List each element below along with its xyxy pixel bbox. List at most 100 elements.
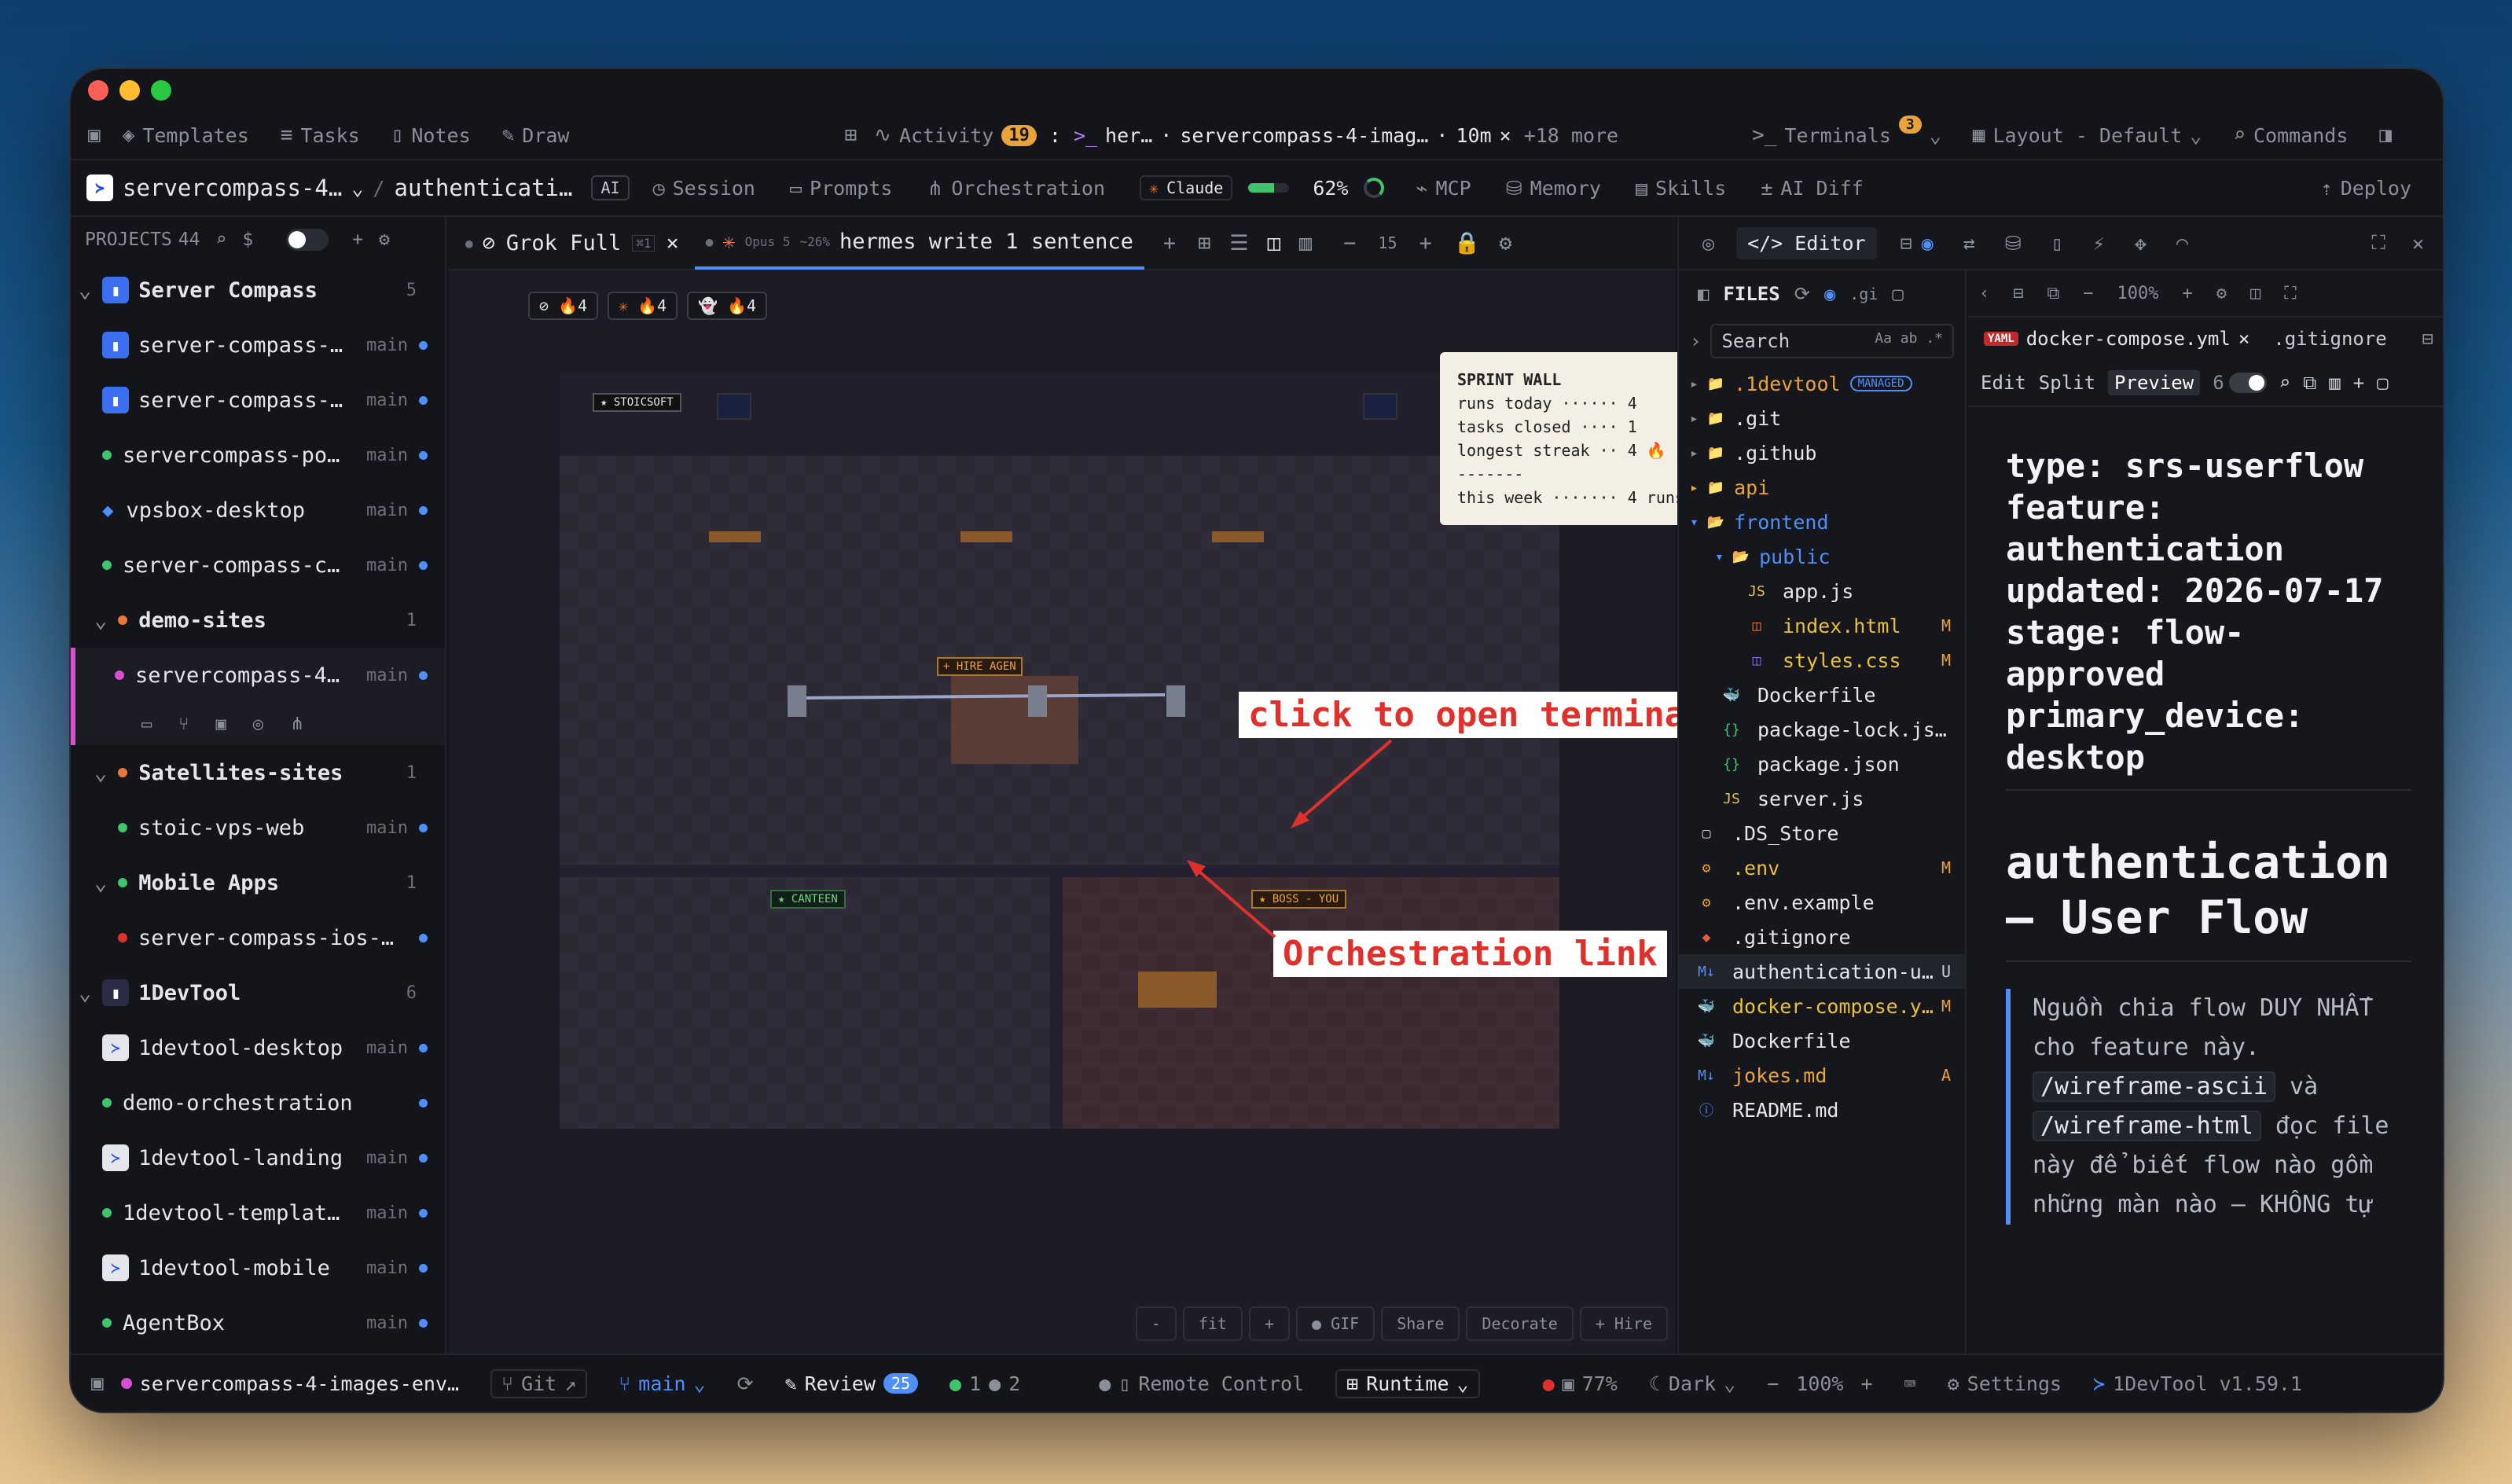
gear-icon[interactable]: ⚙ <box>379 230 390 250</box>
chevron-down-icon[interactable]: ⌄ <box>79 981 91 1005</box>
record-icon[interactable]: ◉ <box>1922 232 1934 255</box>
copy-icon[interactable]: ⧉ <box>2047 284 2060 303</box>
search-options-icon[interactable]: Aa ab .* <box>1875 330 1943 352</box>
review-button[interactable]: ✎ Review 25 <box>785 1372 918 1395</box>
close-icon[interactable]: × <box>2238 328 2249 350</box>
gear-icon[interactable]: ⚙ <box>2216 284 2227 303</box>
draw-button[interactable]: ✎ Draw <box>502 123 570 147</box>
deploy-button[interactable]: ⇡ Deploy <box>2321 177 2411 200</box>
ai-diff-button[interactable]: ± AI Diff <box>1761 177 1863 200</box>
branch-icon[interactable]: ⑂ <box>178 714 189 734</box>
file-item[interactable]: ◫ styles.css M <box>1679 643 1965 678</box>
chevron-down-icon[interactable]: ⌄ <box>94 871 107 895</box>
zoom-out-icon[interactable]: − <box>1767 1372 1779 1395</box>
book-icon[interactable]: ▥ <box>2329 372 2340 394</box>
current-file-name[interactable]: authenticati… <box>394 174 572 201</box>
project-group[interactable]: ⌄ Satellites-sites 1 <box>71 745 445 800</box>
project-item[interactable]: demo-orchestration <box>71 1075 445 1130</box>
activity-button[interactable]: ∿ Activity 19 <box>874 123 1037 147</box>
project-name[interactable]: servercompass-4… <box>123 174 342 201</box>
close-icon[interactable]: × <box>1500 124 1511 147</box>
panel-toggle-icon[interactable]: ◨ <box>2379 123 2392 147</box>
nodes-icon[interactable]: ⋔ <box>290 714 304 734</box>
minimize-window-button[interactable] <box>119 80 140 101</box>
file-item[interactable]: 🐳 docker-compose.y… M <box>1679 989 1965 1023</box>
chevron-right-icon[interactable]: › <box>1690 330 1701 352</box>
canvas-fit-button[interactable]: fit <box>1182 1306 1243 1341</box>
prompts-button[interactable]: ▭ Prompts <box>790 177 892 200</box>
sync-icon[interactable]: ⟳ <box>737 1372 754 1395</box>
project-item[interactable]: ▮ server-compass-… main <box>71 373 445 428</box>
runtime-dropdown[interactable]: ⊞ Runtime ⌄ <box>1335 1368 1480 1398</box>
layout-dropdown[interactable]: ▦ Layout - Default ⌄ <box>1973 123 2202 147</box>
project-item[interactable]: server-compass-c… main <box>71 538 445 593</box>
tab-overflow-icon[interactable]: ⊟ <box>2422 328 2433 350</box>
search-icon[interactable]: ⌕ <box>215 230 226 250</box>
mode-edit-button[interactable]: Edit <box>1981 372 2026 394</box>
project-item[interactable]: servercompass-po… main <box>71 428 445 483</box>
gauge-icon[interactable]: ◠ <box>2176 232 2188 255</box>
refresh-icon[interactable]: ⟳ <box>1794 283 1810 305</box>
chevron-down-icon[interactable]: ⌄ <box>79 278 91 303</box>
file-item[interactable]: M↓ jokes.md A <box>1679 1058 1965 1093</box>
back-icon[interactable]: ‹ <box>1979 284 1989 303</box>
theme-dropdown[interactable]: ☾ Dark ⌄ <box>1649 1372 1735 1395</box>
project-item[interactable]: servercompass-4… main <box>71 648 445 703</box>
split-icon[interactable]: ◫ <box>2250 284 2260 303</box>
mcp-button[interactable]: ⌁ MCP <box>1416 177 1471 200</box>
project-item[interactable]: stoic-vps-web main <box>71 800 445 855</box>
project-group[interactable]: ⌄ demo-sites 1 <box>71 593 445 648</box>
skills-button[interactable]: ▤ Skills <box>1636 177 1726 200</box>
zoom-out-icon[interactable]: − <box>2083 284 2093 303</box>
panel-icon[interactable]: ▢ <box>2377 372 2388 394</box>
tab-gitignore[interactable]: .gitignore <box>2273 328 2387 350</box>
mode-split-button[interactable]: Split <box>2039 372 2095 394</box>
hire-button[interactable]: + Hire <box>1579 1306 1668 1341</box>
file-item[interactable]: 🐳 Dockerfile <box>1679 1023 1965 1058</box>
orchestration-button[interactable]: ⋔ Orchestration <box>927 177 1105 200</box>
canvas-zoom-in-button[interactable]: + <box>1248 1306 1290 1341</box>
copy-icon[interactable]: ⧉ <box>2303 372 2316 394</box>
zoom-in-icon[interactable]: + <box>2182 284 2192 303</box>
grid-icon[interactable]: ⊞ <box>845 123 858 147</box>
expand-icon[interactable]: ⛶ <box>2371 231 2385 255</box>
project-item[interactable]: ≻ 1devtool-desktop main <box>71 1020 445 1075</box>
tasks-button[interactable]: ≡ Tasks <box>281 123 360 147</box>
terminals-button[interactable]: >_ Terminals 3 ⌄ <box>1752 115 1941 147</box>
project-group[interactable]: ⌄ ▮ Server Compass 5 <box>71 263 445 318</box>
gif-button[interactable]: ● GIF <box>1295 1306 1375 1341</box>
file-item[interactable]: ▢ .DS_Store <box>1679 816 1965 850</box>
new-file-icon[interactable]: ▢ <box>1892 283 1903 305</box>
folder-item[interactable]: ▸ 📁 .1devtool MANAGED <box>1679 366 1965 401</box>
file-search-input[interactable]: Search Aa ab .* <box>1710 324 1954 358</box>
swap-icon[interactable]: ⇄ <box>1963 232 1975 255</box>
database-icon[interactable]: ⛁ <box>2005 232 2022 255</box>
file-item[interactable]: ◆ .gitignore <box>1679 920 1965 954</box>
add-icon[interactable]: + <box>2353 372 2364 394</box>
tab-docker-compose[interactable]: docker-compose.yml <box>2026 328 2231 350</box>
folder-item[interactable]: ▾ 📂 public <box>1679 539 1965 574</box>
terminal-icon[interactable]: ▣ <box>215 714 226 734</box>
close-window-button[interactable] <box>88 80 108 101</box>
more-sessions-button[interactable]: +18 more <box>1524 124 1618 147</box>
project-group[interactable]: ⌄ Mobile Apps 1 <box>71 855 445 910</box>
claude-model-chip[interactable]: ✳ Claude <box>1140 175 1233 200</box>
templates-button[interactable]: ◈ Templates <box>123 123 249 147</box>
project-item[interactable]: 1devtool-templat… main <box>71 1185 445 1240</box>
globe-icon[interactable]: ◎ <box>1702 232 1714 255</box>
branch-dropdown[interactable]: ⑂ main ⌄ <box>619 1372 705 1395</box>
file-item[interactable]: {} package-lock.js… <box>1679 712 1965 747</box>
file-item[interactable]: ◫ index.html M <box>1679 608 1965 643</box>
project-item[interactable]: AgentBox main <box>71 1295 445 1350</box>
folder-item[interactable]: ▸ 📁 .git <box>1679 401 1965 435</box>
file-item[interactable]: ⚙ .env M <box>1679 850 1965 885</box>
filter-toggle[interactable] <box>286 229 329 251</box>
keyboard-icon[interactable]: ⌨ <box>1904 1372 1916 1395</box>
bolt-icon[interactable]: ⚡ <box>2093 232 2105 255</box>
folder-item[interactable]: ▸ 📁 .github <box>1679 435 1965 470</box>
file-item[interactable]: 🐳 Dockerfile <box>1679 678 1965 712</box>
file-item[interactable]: JS app.js <box>1679 574 1965 608</box>
current-branch-project[interactable]: servercompass-4-images-env… <box>120 1372 459 1395</box>
close-icon[interactable]: ✕ <box>2412 232 2424 255</box>
commands-button[interactable]: ⌕ Commands <box>2233 123 2348 147</box>
